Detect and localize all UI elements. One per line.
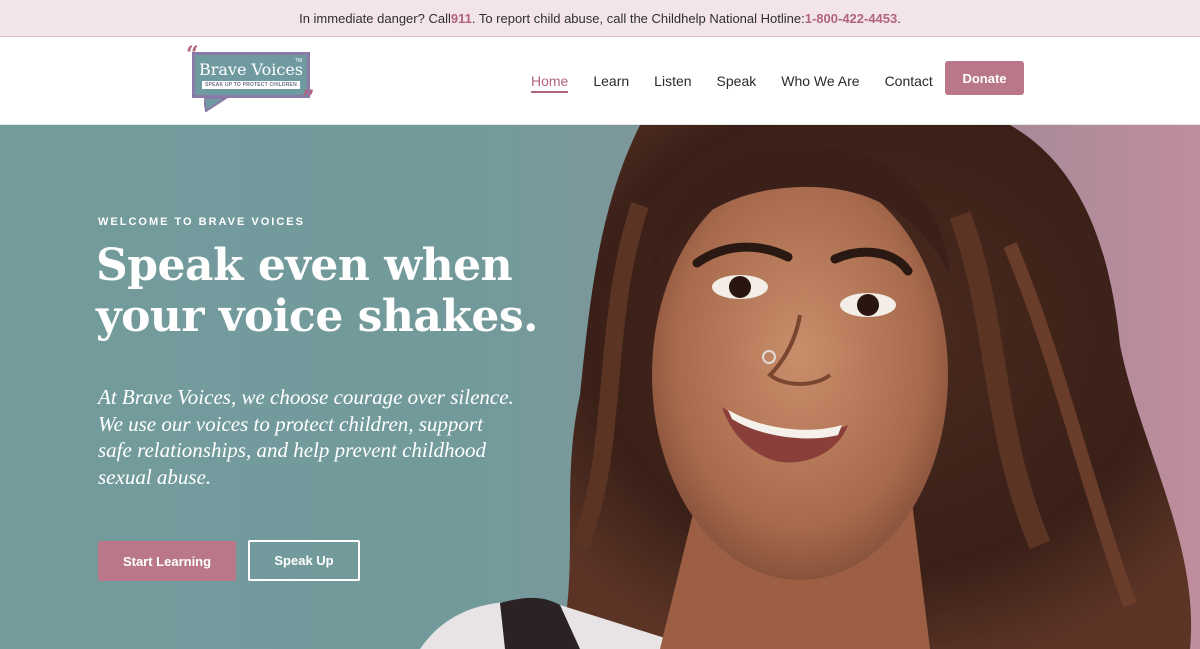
logo-speech-bubble: Brave Voices TM SPEAK UP TO PROTECT CHIL… xyxy=(192,52,310,98)
alert-text-after: . xyxy=(897,10,901,26)
nav-item-who-we-are[interactable]: Who We Are xyxy=(781,69,859,93)
logo-close-quote-icon: ” xyxy=(302,86,315,112)
hero-title: Speak even when your voice shakes. xyxy=(96,240,538,342)
speech-bubble-tail-icon xyxy=(204,98,228,112)
main-navigation: Home Learn Listen Speak Who We Are Conta… xyxy=(531,37,958,125)
emergency-number-link[interactable]: 911 xyxy=(451,11,472,26)
brave-voices-logo[interactable]: “ Brave Voices TM SPEAK UP TO PROTECT CH… xyxy=(186,44,318,116)
emergency-alert-bar: In immediate danger? Call 911. To report… xyxy=(0,0,1200,37)
logo-title: Brave Voices xyxy=(198,60,303,79)
logo-tagline: SPEAK UP TO PROTECT CHILDREN xyxy=(202,81,300,89)
hotline-number-link[interactable]: 1-800-422-4453 xyxy=(805,11,898,26)
start-learning-button[interactable]: Start Learning xyxy=(98,541,236,581)
speak-up-button[interactable]: Speak Up xyxy=(248,540,360,581)
hero-section: WELCOME TO BRAVE VOICES Speak even when … xyxy=(0,125,1200,649)
nav-item-speak[interactable]: Speak xyxy=(717,69,757,93)
hero-description: At Brave Voices, we choose courage over … xyxy=(98,385,514,489)
nav-item-contact[interactable]: Contact xyxy=(885,69,933,93)
logo-trademark: TM xyxy=(294,58,302,64)
nav-item-learn[interactable]: Learn xyxy=(593,69,629,93)
site-header: “ Brave Voices TM SPEAK UP TO PROTECT CH… xyxy=(0,37,1200,125)
donate-button[interactable]: Donate xyxy=(945,61,1024,95)
nav-item-home[interactable]: Home xyxy=(531,69,569,93)
alert-text-middle: . To report child abuse, call the Childh… xyxy=(471,10,805,26)
hero-eyebrow: WELCOME TO BRAVE VOICES xyxy=(98,216,305,228)
alert-text-before: In immediate danger? Call xyxy=(299,10,451,26)
nav-item-listen[interactable]: Listen xyxy=(654,69,691,93)
